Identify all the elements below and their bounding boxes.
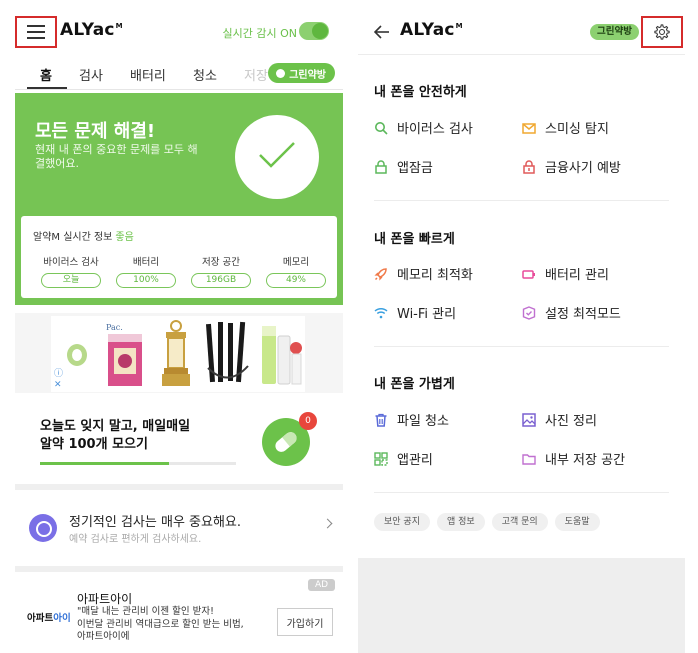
menu-photo-organize[interactable]: 사진 정리 [522, 410, 597, 429]
product-ad-banner[interactable]: Pac. ⓘ ✕ [15, 313, 343, 393]
section-divider [15, 566, 343, 572]
menu-internal-storage[interactable]: 내부 저장 공간 [522, 449, 625, 468]
chevron-right-icon [322, 518, 333, 529]
menu-file-clean[interactable]: 파일 청소 [374, 410, 449, 429]
status-title: 모든 문제 해결! [35, 121, 156, 142]
pill-progress-bar [40, 462, 236, 465]
mail-icon [522, 122, 536, 134]
ad-close-icon: ✕ [54, 380, 62, 390]
tab-storage[interactable]: 저장 [244, 65, 268, 84]
main-tabs: 홈 검사 배터리 청소 저장 그린약방 [15, 56, 343, 90]
menu-app-manage[interactable]: 앱관리 [374, 449, 433, 468]
promo-text: 오늘도 잊지 말고, 매일매일 알약 100개 모으기 [40, 419, 191, 452]
link-app-info[interactable]: 앱 정보 [436, 513, 485, 531]
pill-icon [276, 68, 286, 78]
menu-battery-manage[interactable]: 배터리 관리 [522, 264, 609, 283]
battery-icon [522, 269, 535, 279]
pill-count-badge: 0 [299, 412, 317, 430]
section-divider [374, 346, 669, 347]
stat-storage: 저장 공간 196GB [191, 254, 251, 288]
tab-clean[interactable]: 청소 [193, 65, 217, 84]
realtime-protection-label: 실시간 감시 ON [222, 27, 297, 40]
green-pharmacy-tag[interactable]: 그린약방 [590, 24, 639, 40]
wifi-icon [374, 307, 388, 318]
header-divider [358, 54, 685, 55]
folder-icon [522, 453, 536, 465]
pill-collect-promo[interactable]: 오늘도 잊지 말고, 매일매일 알약 100개 모으기 [15, 398, 343, 480]
gear-icon [654, 24, 670, 40]
status-description: 현재 내 폰의 중요한 문제를 모두 해결했어요. [35, 143, 198, 170]
alert-lock-icon [523, 159, 535, 174]
green-pharmacy-label: 그린약방 [289, 69, 326, 81]
section-divider [15, 484, 343, 490]
cosmetic-tubes-image [262, 326, 302, 385]
section-divider [374, 492, 669, 493]
link-customer-inquiry[interactable]: 고객 문의 [491, 513, 548, 531]
apartment-logo: 아파트아이 [27, 613, 71, 624]
section-title-fast: 내 폰을 빠르게 [374, 232, 455, 247]
ad-choices-info-icon[interactable]: ⓘ ✕ [54, 369, 63, 391]
realtime-info-panel[interactable]: 알약M 실시간 정보 좋음 바이러스 검사 오늘 배터리 100% 저장 공간 1… [21, 216, 337, 298]
advertiser-logo [67, 344, 87, 366]
section-divider [374, 200, 669, 201]
tab-scan[interactable]: 검사 [79, 65, 103, 84]
link-security-notice[interactable]: 보안 공지 [374, 513, 430, 531]
ad-description: "매달 내는 관리비 이젠 할인 받자! 이번달 관리비 역대급으로 할인 받는… [77, 606, 244, 642]
svg-text:Pac.: Pac. [106, 323, 123, 332]
menu-memory-optimize[interactable]: 메모리 최적화 [374, 264, 473, 283]
app-logo: ALYacM [400, 20, 463, 40]
section-title-light: 내 폰을 가볍게 [374, 377, 455, 392]
shield-check-icon [522, 305, 536, 320]
settings-button[interactable] [641, 16, 683, 48]
footer-links: 보안 공지 앱 정보 고객 문의 도움말 [374, 513, 600, 531]
green-pharmacy-button[interactable]: 그린약방 [268, 63, 335, 83]
menu-screen: ALYacM 그린약방 내 폰을 안전하게 바이러스 검사 스미싱 탐지 앱잠금… [358, 0, 685, 653]
menu-fraud-prevention[interactable]: 금융사기 예방 [522, 157, 621, 176]
tab-home[interactable]: 홈 [40, 65, 52, 84]
menu-wifi-manage[interactable]: Wi-Fi 관리 [374, 303, 456, 322]
lock-icon [375, 159, 387, 174]
scheduled-scan-banner[interactable]: 정기적인 검사는 매우 중요해요. 예약 검사로 편하게 검사하세요. [15, 496, 343, 560]
menu-button[interactable] [15, 16, 57, 48]
ad-content: Pac. [51, 316, 305, 392]
search-icon [375, 121, 388, 135]
menu-settings-optimize[interactable]: 설정 최적모드 [522, 303, 621, 322]
apartment-ad[interactable]: AD 아파트아이 아파트아이 "매달 내는 관리비 이젠 할인 받자! 이번달 … [15, 574, 343, 653]
alarm-clock-icon [29, 514, 57, 542]
realtime-protection-toggle[interactable] [299, 22, 329, 40]
lantern-image [162, 320, 190, 386]
tab-battery[interactable]: 배터리 [130, 65, 166, 84]
stat-memory: 메모리 49% [266, 254, 326, 288]
empty-area [358, 558, 685, 653]
stat-virus-scan: 바이러스 검사 오늘 [41, 254, 101, 288]
menu-app-lock[interactable]: 앱잠금 [374, 157, 433, 176]
app-logo: ALYacM [60, 20, 123, 40]
active-tab-indicator [27, 87, 67, 89]
hamburger-icon [27, 25, 45, 39]
status-card: 모든 문제 해결! 현재 내 폰의 중요한 문제를 모두 해결했어요. 알약M … [15, 93, 343, 305]
menu-virus-scan[interactable]: 바이러스 검사 [374, 118, 473, 137]
rocket-icon [374, 267, 387, 281]
eyeliner-pencils-image [205, 321, 249, 383]
info-status: 좋음 [115, 232, 134, 243]
home-screen: ALYacM 실시간 감시 ON 홈 검사 배터리 청소 저장 그린약방 모든 … [15, 0, 343, 653]
image-icon [522, 412, 536, 427]
join-button[interactable]: 가입하기 [277, 608, 333, 636]
grid-icon [374, 451, 388, 466]
section-title-safe: 내 폰을 안전하게 [374, 85, 467, 100]
ad-title: 아파트아이 [77, 592, 133, 606]
stat-battery: 배터리 100% [116, 254, 176, 288]
link-help[interactable]: 도움말 [554, 513, 600, 531]
back-arrow-icon[interactable] [374, 25, 390, 39]
check-icon [235, 115, 319, 199]
reminder-subtitle: 예약 검사로 편하게 검사하세요. [69, 534, 202, 545]
reminder-title: 정기적인 검사는 매우 중요해요. [69, 515, 242, 530]
ad-label: AD [308, 579, 336, 591]
trash-icon [375, 413, 387, 427]
info-title: 알약M 실시간 정보 좋음 [33, 232, 134, 243]
menu-smishing-detect[interactable]: 스미싱 탐지 [522, 118, 609, 137]
tea-box-image: Pac. [106, 323, 142, 386]
